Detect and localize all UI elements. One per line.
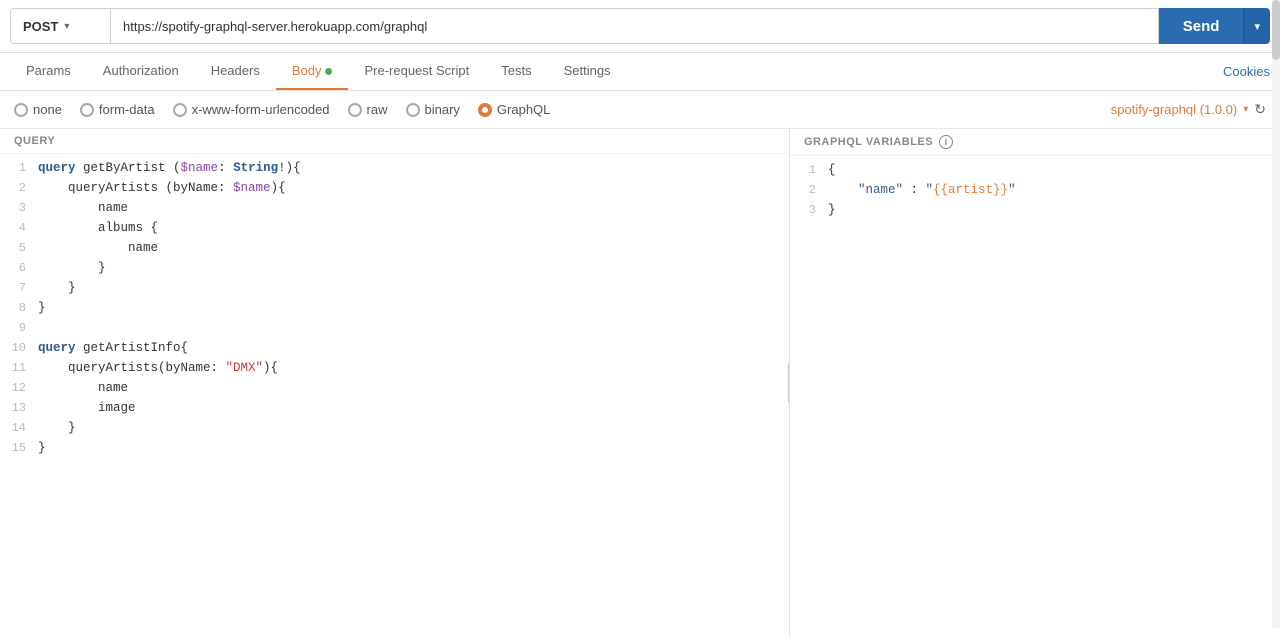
divider-line — [788, 363, 790, 403]
send-dropdown-button[interactable]: ▾ — [1243, 8, 1270, 44]
table-row: 12 name — [0, 378, 789, 398]
binary-label: binary — [425, 102, 460, 117]
tab-headers[interactable]: Headers — [195, 53, 276, 90]
raw-radio[interactable] — [348, 103, 362, 117]
option-graphql[interactable]: GraphQL — [478, 102, 550, 117]
variables-line-content: } — [828, 200, 1274, 220]
schema-selector: spotify-graphql (1.0.0) ▾ ↻ — [1111, 101, 1266, 118]
panel-divider[interactable] — [785, 129, 790, 637]
table-row: 1query getByArtist ($name: String!){ — [0, 158, 789, 178]
tab-body[interactable]: Body — [276, 53, 349, 90]
variables-line-content: "name" : "{{artist}}" — [828, 180, 1274, 200]
none-label: none — [33, 102, 62, 117]
code-line-content: query getByArtist ($name: String!){ — [38, 158, 783, 178]
variables-panel-header: GRAPHQL VARIABLES i — [790, 129, 1280, 156]
tab-params[interactable]: Params — [10, 53, 87, 90]
code-line-content: name — [38, 238, 783, 258]
form-data-radio[interactable] — [80, 103, 94, 117]
table-row: 1{ — [790, 160, 1280, 180]
urlencoded-label: x-www-form-urlencoded — [192, 102, 330, 117]
query-panel-header: QUERY — [0, 129, 789, 154]
tab-body-label: Body — [292, 63, 322, 78]
refresh-icon[interactable]: ↻ — [1254, 101, 1266, 118]
query-header-label: QUERY — [14, 135, 55, 147]
table-row: 7 } — [0, 278, 789, 298]
query-code-area[interactable]: 1query getByArtist ($name: String!){2 qu… — [0, 154, 789, 637]
code-line-content: name — [38, 198, 783, 218]
send-button-group: Send ▾ — [1159, 8, 1270, 44]
code-line-content: name — [38, 378, 783, 398]
table-row: 8} — [0, 298, 789, 318]
form-data-label: form-data — [99, 102, 155, 117]
option-raw[interactable]: raw — [348, 102, 388, 117]
code-line-content: albums { — [38, 218, 783, 238]
table-row: 4 albums { — [0, 218, 789, 238]
table-row: 9 — [0, 318, 789, 338]
table-row: 11 queryArtists(byName: "DMX"){ — [0, 358, 789, 378]
graphql-radio[interactable] — [478, 103, 492, 117]
schema-name[interactable]: spotify-graphql (1.0.0) — [1111, 102, 1237, 117]
table-row: 3 name — [0, 198, 789, 218]
table-row: 2 queryArtists (byName: $name){ — [0, 178, 789, 198]
method-label: POST — [23, 19, 58, 34]
url-bar: POST ▾ Send ▾ — [0, 0, 1280, 53]
table-row: 6 } — [0, 258, 789, 278]
schema-chevron-icon[interactable]: ▾ — [1243, 104, 1248, 115]
binary-radio[interactable] — [406, 103, 420, 117]
variables-header-label: GRAPHQL VARIABLES — [804, 136, 933, 148]
table-row: 14 } — [0, 418, 789, 438]
code-line-content: } — [38, 298, 783, 318]
table-row: 10query getArtistInfo{ — [0, 338, 789, 358]
variables-panel: GRAPHQL VARIABLES i 1{2 "name" : "{{arti… — [790, 129, 1280, 637]
code-line-content: } — [38, 418, 783, 438]
main-content: QUERY 1query getByArtist ($name: String!… — [0, 129, 1280, 637]
code-line-content: } — [38, 438, 783, 458]
option-binary[interactable]: binary — [406, 102, 460, 117]
table-row: 3} — [790, 200, 1280, 220]
code-line-content: } — [38, 258, 783, 278]
body-active-dot — [325, 68, 332, 75]
method-selector[interactable]: POST ▾ — [10, 8, 110, 44]
table-row: 13 image — [0, 398, 789, 418]
cookies-link[interactable]: Cookies — [1223, 54, 1270, 89]
code-line-content: query getArtistInfo{ — [38, 338, 783, 358]
none-radio[interactable] — [14, 103, 28, 117]
query-panel: QUERY 1query getByArtist ($name: String!… — [0, 129, 790, 637]
send-button[interactable]: Send — [1159, 8, 1244, 44]
option-urlencoded[interactable]: x-www-form-urlencoded — [173, 102, 330, 117]
tab-prerequest[interactable]: Pre-request Script — [348, 53, 485, 90]
table-row: 15} — [0, 438, 789, 458]
method-chevron-icon: ▾ — [64, 21, 69, 32]
tab-tests[interactable]: Tests — [485, 53, 547, 90]
raw-label: raw — [367, 102, 388, 117]
tab-authorization[interactable]: Authorization — [87, 53, 195, 90]
code-line-content: queryArtists (byName: $name){ — [38, 178, 783, 198]
table-row: 5 name — [0, 238, 789, 258]
body-options-bar: none form-data x-www-form-urlencoded raw… — [0, 91, 1280, 129]
variables-code-area[interactable]: 1{2 "name" : "{{artist}}"3} — [790, 156, 1280, 637]
code-line-content: queryArtists(byName: "DMX"){ — [38, 358, 783, 378]
option-none[interactable]: none — [14, 102, 62, 117]
variables-line-content: { — [828, 160, 1274, 180]
urlencoded-radio[interactable] — [173, 103, 187, 117]
tab-settings[interactable]: Settings — [548, 53, 627, 90]
code-line-content: image — [38, 398, 783, 418]
variables-info-icon[interactable]: i — [939, 135, 953, 149]
code-line-content: } — [38, 278, 783, 298]
option-form-data[interactable]: form-data — [80, 102, 155, 117]
url-input[interactable] — [110, 8, 1159, 44]
table-row: 2 "name" : "{{artist}}" — [790, 180, 1280, 200]
graphql-label: GraphQL — [497, 102, 550, 117]
tabs-bar: Params Authorization Headers Body Pre-re… — [0, 53, 1280, 91]
